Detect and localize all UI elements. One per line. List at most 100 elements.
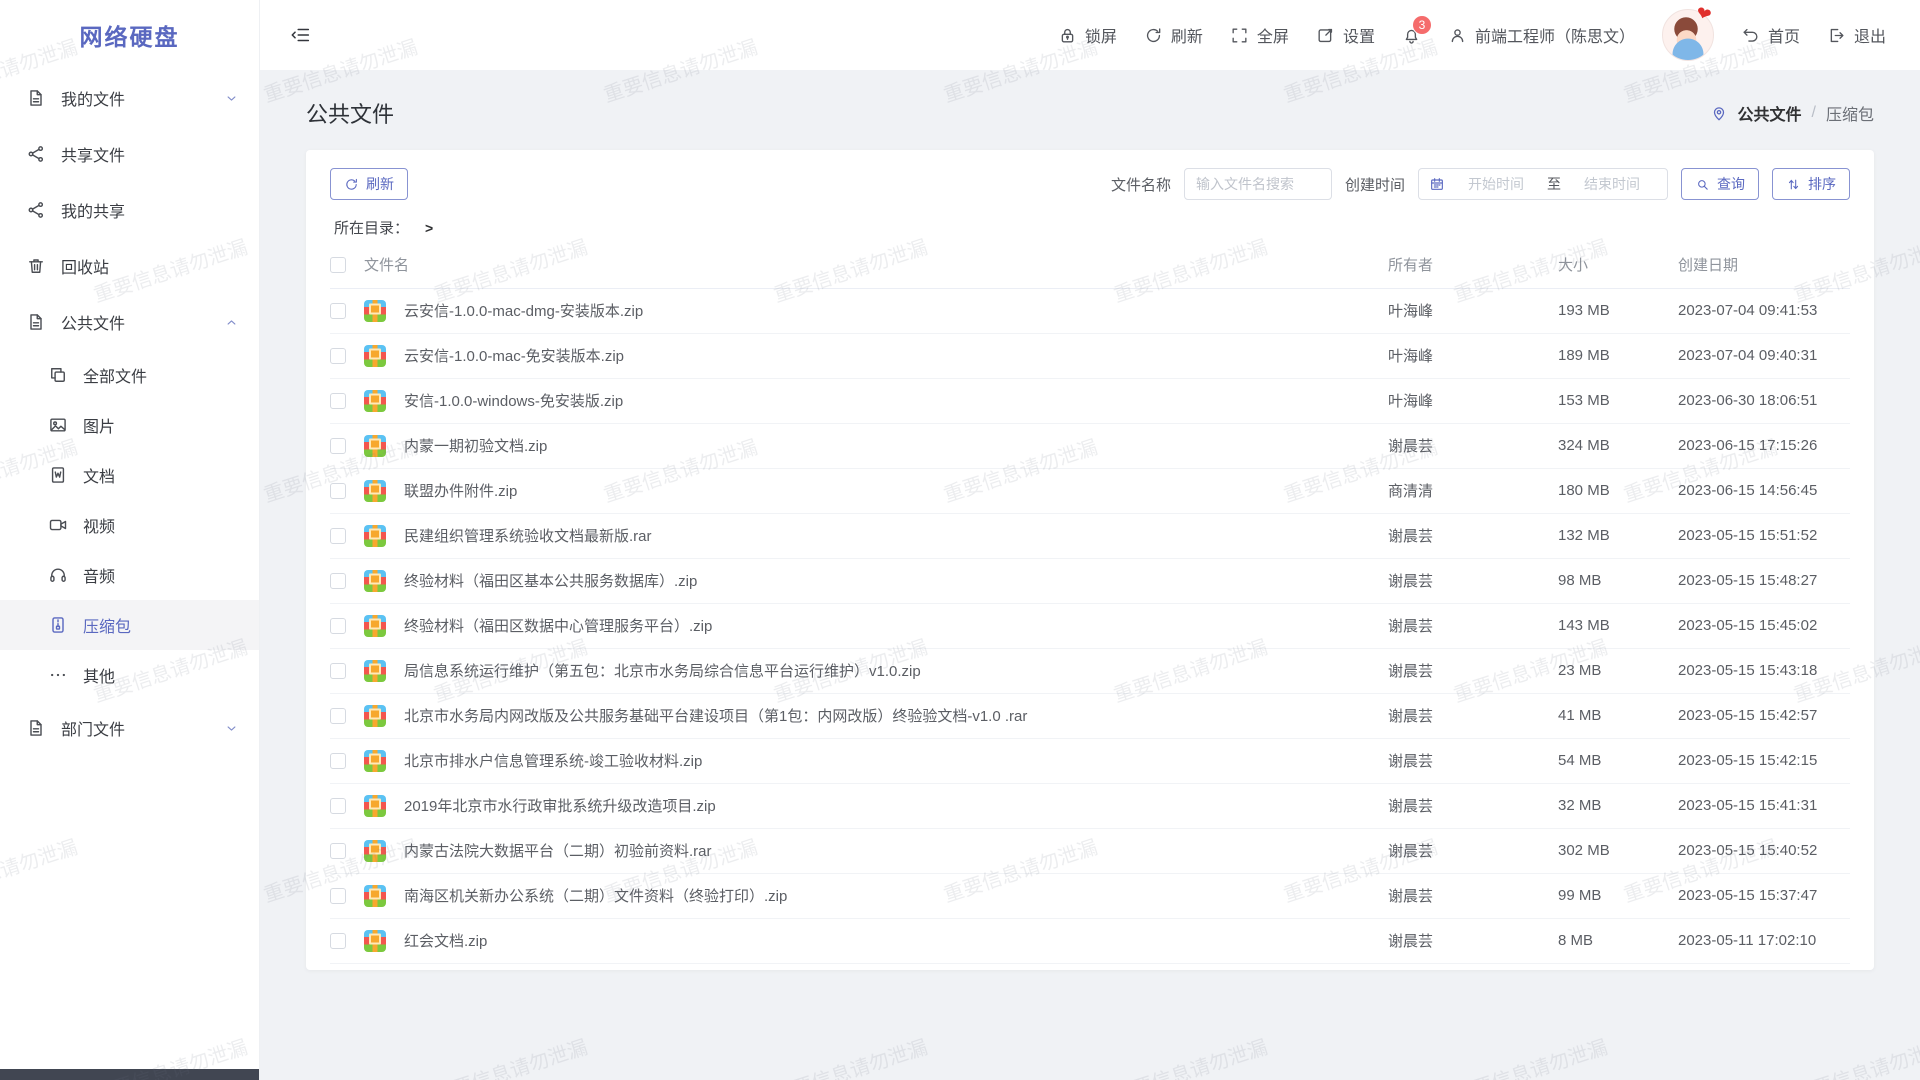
topbar-user[interactable]: 前端工程师（陈思文） <box>1448 23 1635 47</box>
refresh-icon <box>1144 26 1163 45</box>
select-all-checkbox[interactable] <box>330 257 346 273</box>
file-name-link[interactable]: 内蒙一期初验文档.zip <box>404 438 547 455</box>
user-icon <box>1448 26 1467 45</box>
row-checkbox[interactable] <box>330 303 346 319</box>
topbar-fullscreen-label: 全屏 <box>1257 23 1289 47</box>
row-checkbox[interactable] <box>330 753 346 769</box>
topbar-notifications[interactable]: 3 <box>1402 26 1421 45</box>
file-owner: 谢晨芸 <box>1388 603 1558 648</box>
file-name-link[interactable]: 2019年北京市水行政审批系统升级改造项目.zip <box>404 798 716 815</box>
file-name-link[interactable]: 云安信-1.0.0-mac-dmg-安装版本.zip <box>404 303 643 320</box>
table-row: 联盟办件附件.zip商清清180 MB2023-06-15 14:56:45 <box>330 468 1850 513</box>
file-icon <box>26 312 46 332</box>
file-created-date: 2023-06-15 17:15:26 <box>1678 423 1850 468</box>
file-created-date: 2023-05-15 15:48:27 <box>1678 558 1850 603</box>
file-name-link[interactable]: 内蒙古法院大数据平台（二期）初验前资料.rar <box>404 843 712 860</box>
table-row: 红会文档.zip谢晨芸8 MB2023-05-11 17:02:10 <box>330 918 1850 963</box>
topbar-logout[interactable]: 退出 <box>1827 23 1886 47</box>
row-checkbox[interactable] <box>330 663 346 679</box>
file-size: 324 MB <box>1558 423 1678 468</box>
end-date-placeholder[interactable]: 结束时间 <box>1567 174 1657 194</box>
filename-label: 文件名称 <box>1111 174 1171 195</box>
refresh-button[interactable]: 刷新 <box>330 168 408 200</box>
sort-button[interactable]: 排序 <box>1772 168 1850 200</box>
file-name-link[interactable]: 民建组织管理系统验收文档最新版.rar <box>404 528 652 545</box>
file-table: 文件名 所有者 大小 创建日期 云安信-1.0.0-mac-dmg-安装版本.z… <box>330 242 1850 964</box>
file-name-link[interactable]: 北京市水务局内网改版及公共服务基础平台建设项目（第1包：内网改版）终验验文档-v… <box>404 708 1027 725</box>
sort-icon <box>1786 177 1801 192</box>
collapse-sidebar-icon[interactable] <box>290 24 312 46</box>
sidebar-item-documents[interactable]: 文档 <box>0 450 259 500</box>
file-created-date: 2023-05-15 15:40:52 <box>1678 828 1850 873</box>
notification-badge: 3 <box>1412 15 1432 35</box>
file-name-link[interactable]: 云安信-1.0.0-mac-免安装版本.zip <box>404 348 624 365</box>
sidebar-item-shared-files[interactable]: 共享文件 <box>0 126 259 182</box>
search-icon <box>1695 177 1710 192</box>
calendar-icon <box>1429 176 1445 192</box>
breadcrumb: 公共文件 / 压缩包 <box>1710 101 1874 125</box>
breadcrumb-root[interactable]: 公共文件 <box>1738 101 1802 125</box>
date-range-picker[interactable]: 开始时间 至 结束时间 <box>1418 168 1668 200</box>
sidebar-item-label: 全部文件 <box>83 363 147 387</box>
table-row: 民建组织管理系统验收文档最新版.rar谢晨芸132 MB2023-05-15 1… <box>330 513 1850 558</box>
sidebar-item-archives[interactable]: 压缩包 <box>0 600 259 650</box>
topbar-lock-screen[interactable]: 锁屏 <box>1058 23 1117 47</box>
row-checkbox[interactable] <box>330 438 346 454</box>
file-name-link[interactable]: 终验材料（福田区数据中心管理服务平台）.zip <box>404 618 712 635</box>
file-name-link[interactable]: 联盟办件附件.zip <box>404 483 517 500</box>
table-header-row: 文件名 所有者 大小 创建日期 <box>330 242 1850 288</box>
chevron-down-icon <box>224 91 239 106</box>
sidebar-item-recycle-bin[interactable]: 回收站 <box>0 238 259 294</box>
directory-root-arrow[interactable]: > <box>425 220 433 236</box>
image-icon <box>48 415 68 435</box>
file-owner: 商清清 <box>1388 468 1558 513</box>
zip-file-icon <box>364 480 386 502</box>
sidebar-item-others[interactable]: 其他 <box>0 650 259 700</box>
zip-icon <box>48 615 68 635</box>
file-created-date: 2023-07-04 09:41:53 <box>1678 288 1850 333</box>
file-owner: 叶海峰 <box>1388 378 1558 423</box>
row-checkbox[interactable] <box>330 843 346 859</box>
sidebar-item-audio[interactable]: 音频 <box>0 550 259 600</box>
app-window: 网络硬盘 我的文件共享文件我的共享回收站公共文件全部文件图片文档视频音频压缩包其… <box>0 0 1920 1080</box>
file-name-link[interactable]: 南海区机关新办公系统（二期）文件资料（终验打印）.zip <box>404 888 787 905</box>
user-avatar[interactable]: ❤ <box>1662 9 1714 61</box>
sidebar-item-public-files[interactable]: 公共文件 <box>0 294 259 350</box>
row-checkbox[interactable] <box>330 708 346 724</box>
row-checkbox[interactable] <box>330 393 346 409</box>
zip-file-icon <box>364 840 386 862</box>
row-checkbox[interactable] <box>330 528 346 544</box>
sidebar-item-my-files[interactable]: 我的文件 <box>0 70 259 126</box>
file-name-link[interactable]: 安信-1.0.0-windows-免安装版.zip <box>404 393 623 410</box>
row-checkbox[interactable] <box>330 933 346 949</box>
topbar-fullscreen[interactable]: 全屏 <box>1230 23 1289 47</box>
file-name-link[interactable]: 北京市排水户信息管理系统-竣工验收材料.zip <box>404 753 702 770</box>
filename-search-input[interactable] <box>1184 168 1332 200</box>
file-owner: 谢晨芸 <box>1388 738 1558 783</box>
file-size: 132 MB <box>1558 513 1678 558</box>
row-checkbox[interactable] <box>330 618 346 634</box>
start-date-placeholder[interactable]: 开始时间 <box>1451 174 1541 194</box>
row-checkbox[interactable] <box>330 888 346 904</box>
topbar-home[interactable]: 首页 <box>1741 23 1800 47</box>
sidebar-item-videos[interactable]: 视频 <box>0 500 259 550</box>
query-button[interactable]: 查询 <box>1681 168 1759 200</box>
filter-bar: 文件名称 创建时间 开始时间 至 结束时间 查询 <box>1111 168 1850 200</box>
file-icon <box>26 88 46 108</box>
sidebar-item-my-shares[interactable]: 我的共享 <box>0 182 259 238</box>
file-name-link[interactable]: 局信息系统运行维护（第五包：北京市水务局综合信息平台运行维护）v1.0.zip <box>404 663 921 680</box>
sidebar-item-all-files[interactable]: 全部文件 <box>0 350 259 400</box>
topbar-refresh[interactable]: 刷新 <box>1144 23 1203 47</box>
row-checkbox[interactable] <box>330 573 346 589</box>
file-name-link[interactable]: 红会文档.zip <box>404 933 487 950</box>
file-owner: 谢晨芸 <box>1388 423 1558 468</box>
zip-file-icon <box>364 660 386 682</box>
row-checkbox[interactable] <box>330 483 346 499</box>
row-checkbox[interactable] <box>330 348 346 364</box>
table-row: 云安信-1.0.0-mac-dmg-安装版本.zip叶海峰193 MB2023-… <box>330 288 1850 333</box>
file-name-link[interactable]: 终验材料（福田区基本公共服务数据库）.zip <box>404 573 697 590</box>
sidebar-item-dept-files[interactable]: 部门文件 <box>0 700 259 756</box>
topbar-settings[interactable]: 设置 <box>1316 23 1375 47</box>
sidebar-item-images[interactable]: 图片 <box>0 400 259 450</box>
row-checkbox[interactable] <box>330 798 346 814</box>
